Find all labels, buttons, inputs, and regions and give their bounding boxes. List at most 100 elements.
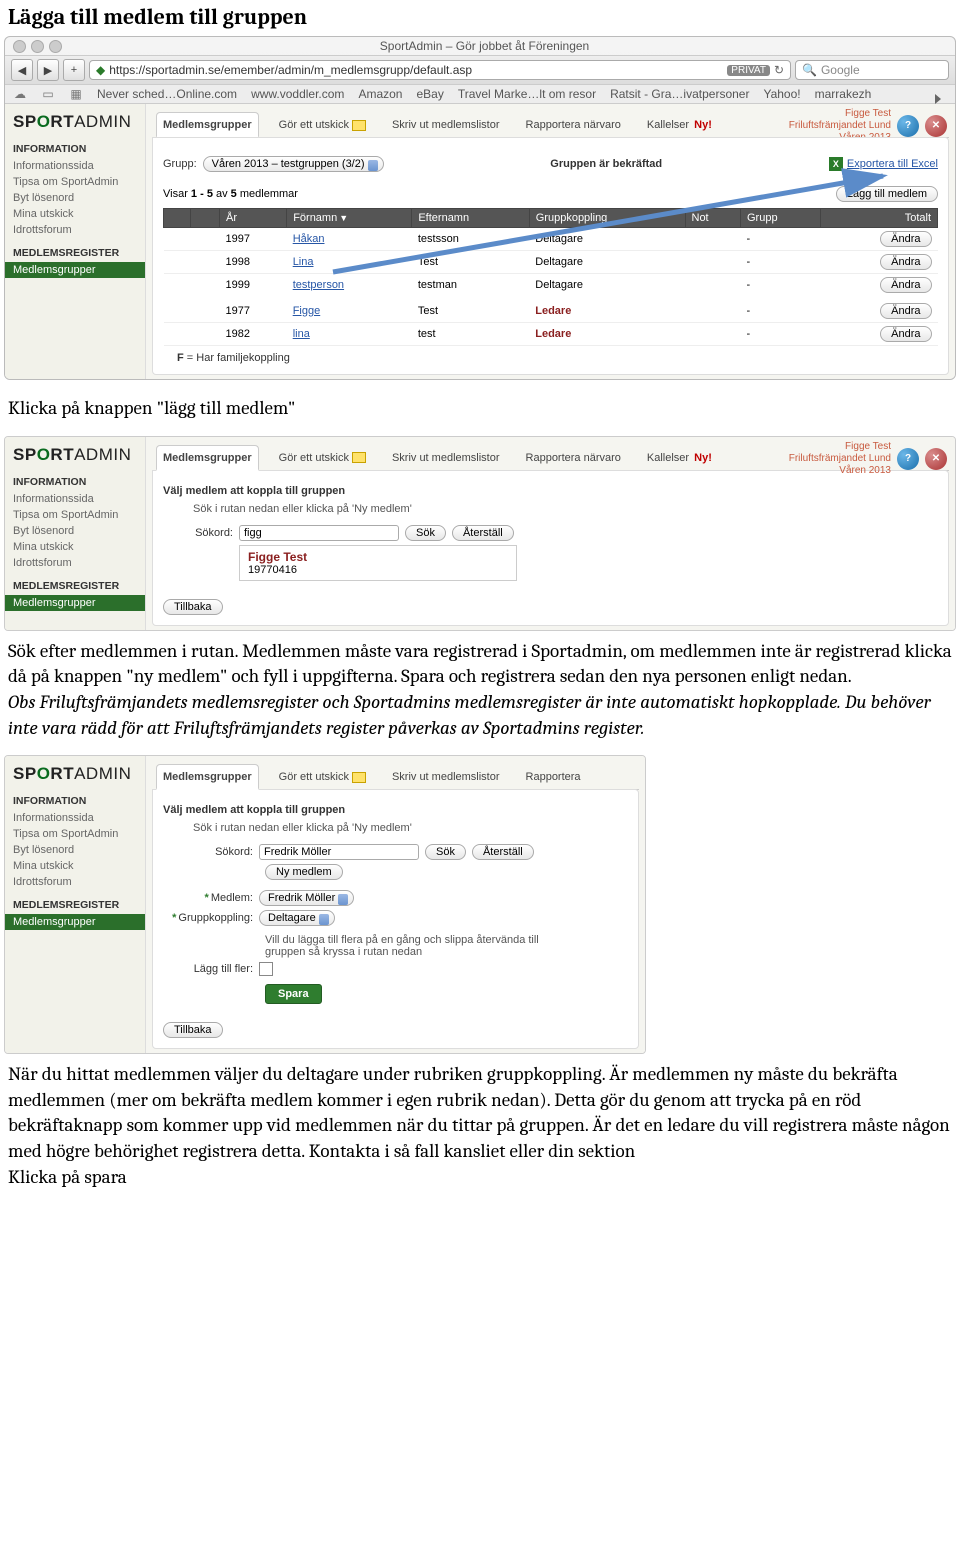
aterstall-button[interactable]: Återställ xyxy=(472,844,534,860)
tab-medlemsgrupper[interactable]: Medlemsgrupper xyxy=(156,445,259,471)
tillbaka-button[interactable]: Tillbaka xyxy=(163,599,223,615)
tab-utskick[interactable]: Gör ett utskick xyxy=(273,446,372,469)
sidebar-item[interactable]: Mina utskick xyxy=(5,539,145,555)
export-link[interactable]: Exportera till Excel xyxy=(847,158,938,170)
toolbar: ◀ ▶ + ◆ https://sportadmin.se/emember/ad… xyxy=(5,55,955,85)
tab-kallelser[interactable]: Kallelser Ny! xyxy=(641,113,718,136)
tab-skrivut[interactable]: Skriv ut medlemslistor xyxy=(386,446,506,469)
window-controls[interactable] xyxy=(13,40,62,53)
gk-select[interactable]: Deltagare xyxy=(259,910,335,926)
tab-kallelser[interactable]: Kallelser Ny! xyxy=(641,446,718,469)
more-bookmarks-icon[interactable] xyxy=(935,94,941,104)
max-dot[interactable] xyxy=(49,40,62,53)
sok-button[interactable]: Sök xyxy=(425,844,466,860)
bookmark-item[interactable]: eBay xyxy=(416,87,443,101)
add-button[interactable]: + xyxy=(63,59,85,81)
reload-icon[interactable]: ↻ xyxy=(774,63,784,77)
grid-icon[interactable]: ▦ xyxy=(69,87,83,101)
member-link[interactable]: testperson xyxy=(293,279,344,291)
export-excel[interactable]: XExportera till Excel xyxy=(829,157,938,171)
sidebar-item[interactable]: Byt lösenord xyxy=(5,842,145,858)
andra-button[interactable]: Ändra xyxy=(880,303,931,319)
doc-title: Lägga till medlem till gruppen xyxy=(0,0,960,36)
bookmark-item[interactable]: Never sched…Online.com xyxy=(97,87,237,101)
group-select[interactable]: Våren 2013 – testgruppen (3/2) xyxy=(203,156,384,172)
sidebar-item[interactable]: Idrottsforum xyxy=(5,874,145,890)
tab-utskick[interactable]: Gör ett utskick xyxy=(273,113,372,136)
col-gruppkoppling[interactable]: Gruppkoppling xyxy=(529,209,685,228)
sidebar-item[interactable]: Idrottsforum xyxy=(5,222,145,238)
sidebar-item[interactable]: Informationssida xyxy=(5,158,145,174)
add-member-button[interactable]: Lägg till medlem xyxy=(836,186,938,202)
sidebar-item[interactable]: Byt lösenord xyxy=(5,523,145,539)
andra-button[interactable]: Ändra xyxy=(880,254,931,270)
bookmark-item[interactable]: Yahoo! xyxy=(763,87,800,101)
col-fornamn[interactable]: Förnamn▼ xyxy=(287,209,412,228)
member-link[interactable]: lina xyxy=(293,328,310,340)
member-link[interactable]: Figge xyxy=(293,305,321,317)
multi-checkbox[interactable] xyxy=(259,962,273,976)
logout-button[interactable]: ✕ xyxy=(925,115,947,137)
sidebar-item-active[interactable]: Medlemsgrupper xyxy=(5,262,145,278)
cloud-icon[interactable]: ☁ xyxy=(13,87,27,101)
col-grupp[interactable]: Grupp xyxy=(740,209,820,228)
confirmed-text: Gruppen är bekräftad xyxy=(550,158,662,170)
sidebar-item[interactable]: Informationssida xyxy=(5,810,145,826)
sidebar-item-active[interactable]: Medlemsgrupper xyxy=(5,914,145,930)
url-bar[interactable]: ◆ https://sportadmin.se/emember/admin/m_… xyxy=(89,60,791,80)
sidebar-head-reg: MEDLEMSREGISTER xyxy=(5,244,145,262)
sidebar-item[interactable]: Mina utskick xyxy=(5,206,145,222)
sok-button[interactable]: Sök xyxy=(405,525,446,541)
mail-icon xyxy=(352,120,366,131)
sidebar-item[interactable]: Idrottsforum xyxy=(5,555,145,571)
bookmark-item[interactable]: Travel Marke…lt om resor xyxy=(458,87,596,101)
min-dot[interactable] xyxy=(31,40,44,53)
medlem-select[interactable]: Fredrik Möller xyxy=(259,890,354,906)
help-button[interactable]: ? xyxy=(897,448,919,470)
bookmark-item[interactable]: marrakezh xyxy=(815,87,872,101)
tab-rapportera[interactable]: Rapportera närvaro xyxy=(520,446,627,469)
bookmark-item[interactable]: www.voddler.com xyxy=(251,87,344,101)
sokord-label: Sökord: xyxy=(163,527,233,539)
forward-button[interactable]: ▶ xyxy=(37,59,59,81)
sidebar-item[interactable]: Byt lösenord xyxy=(5,190,145,206)
tab-skrivut[interactable]: Skriv ut medlemslistor xyxy=(386,113,506,136)
search-box[interactable]: 🔍 Google xyxy=(795,60,949,80)
sidebar-item[interactable]: Tipsa om SportAdmin xyxy=(5,826,145,842)
tillbaka-button[interactable]: Tillbaka xyxy=(163,1022,223,1038)
tab-utskick[interactable]: Gör ett utskick xyxy=(273,765,372,788)
tab-rapportera[interactable]: Rapportera xyxy=(520,765,587,788)
sidebar-item-active[interactable]: Medlemsgrupper xyxy=(5,595,145,611)
tab-skrivut[interactable]: Skriv ut medlemslistor xyxy=(386,765,506,788)
book-icon[interactable]: ▭ xyxy=(41,87,55,101)
andra-button[interactable]: Ändra xyxy=(880,326,931,342)
andra-button[interactable]: Ändra xyxy=(880,231,931,247)
col-ar[interactable]: År xyxy=(220,209,287,228)
sidebar-item[interactable]: Mina utskick xyxy=(5,858,145,874)
col-not[interactable]: Not xyxy=(685,209,740,228)
col-totalt[interactable]: Totalt xyxy=(821,209,938,228)
sokord-input[interactable] xyxy=(239,525,399,541)
sokord-input[interactable] xyxy=(259,844,419,860)
logout-button[interactable]: ✕ xyxy=(925,448,947,470)
tab-medlemsgrupper[interactable]: Medlemsgrupper xyxy=(156,112,259,138)
sidebar-item[interactable]: Informationssida xyxy=(5,491,145,507)
nymedlem-button[interactable]: Ny medlem xyxy=(265,864,343,880)
sidebar-item[interactable]: Tipsa om SportAdmin xyxy=(5,174,145,190)
tab-medlemsgrupper[interactable]: Medlemsgrupper xyxy=(156,764,259,790)
spara-button[interactable]: Spara xyxy=(265,984,322,1004)
andra-button[interactable]: Ändra xyxy=(880,277,931,293)
member-link[interactable]: Lina xyxy=(293,256,314,268)
aterstall-button[interactable]: Återställ xyxy=(452,525,514,541)
bookmark-item[interactable]: Ratsit - Gra…ivatpersoner xyxy=(610,87,749,101)
sidebar-item[interactable]: Tipsa om SportAdmin xyxy=(5,507,145,523)
member-link[interactable]: Håkan xyxy=(293,233,325,245)
back-button[interactable]: ◀ xyxy=(11,59,33,81)
result-box[interactable]: Figge Test 19770416 xyxy=(239,545,517,581)
bookmark-item[interactable]: Amazon xyxy=(358,87,402,101)
col-efternamn[interactable]: Efternamn xyxy=(412,209,529,228)
help-button[interactable]: ? xyxy=(897,115,919,137)
tab-rapportera[interactable]: Rapportera närvaro xyxy=(520,113,627,136)
close-dot[interactable] xyxy=(13,40,26,53)
window-title: SportAdmin – Gör jobbet åt Föreningen xyxy=(380,39,589,53)
